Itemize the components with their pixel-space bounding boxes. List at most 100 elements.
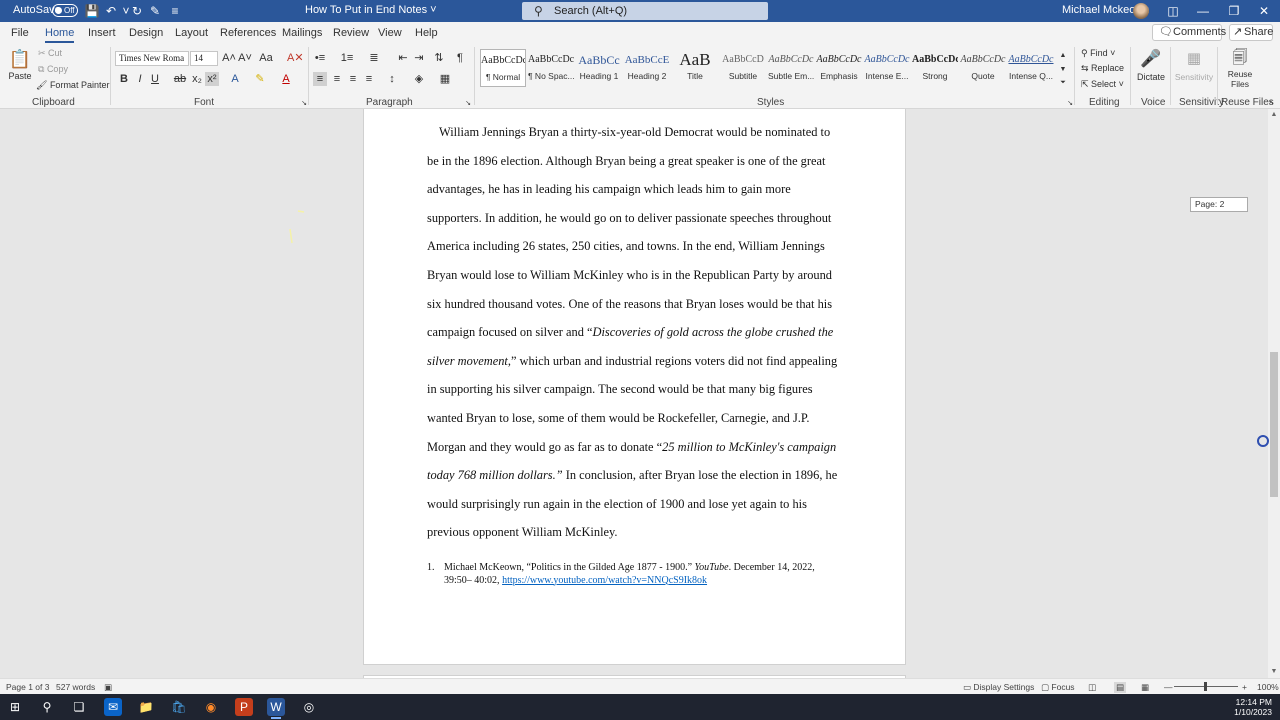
word-count[interactable]: 527 words xyxy=(56,682,95,692)
undo-icon[interactable]: ↶ xyxy=(103,3,119,19)
body-paragraph[interactable]: William Jennings Bryan a thirty-six-year… xyxy=(427,118,842,547)
multilevel-list-icon[interactable]: ≣ xyxy=(367,51,381,65)
align-right-icon[interactable]: ≡ xyxy=(346,72,360,86)
strikethrough-icon[interactable]: ab xyxy=(173,72,187,86)
dictate-button[interactable]: 🎤 Dictate xyxy=(1135,47,1167,91)
font-color-icon[interactable]: A xyxy=(279,72,293,86)
focus-button[interactable]: ▢ Focus xyxy=(1041,682,1075,693)
copy-button[interactable]: ⧉ Copy xyxy=(38,64,68,75)
style-emphasis[interactable]: AaBbCcDc Emphasis xyxy=(816,49,862,87)
customize-qat-icon[interactable]: ≡ xyxy=(167,3,183,19)
style-normal[interactable]: AaBbCcDc ¶ Normal xyxy=(480,49,526,87)
cut-button[interactable]: ✂ Cut xyxy=(38,48,62,59)
proofing-icon[interactable]: ▣ xyxy=(104,682,112,693)
style-heading-2[interactable]: AaBbCcE Heading 2 xyxy=(624,49,670,87)
powerpoint-icon[interactable]: P xyxy=(235,698,253,716)
tab-mailings[interactable]: Mailings xyxy=(282,27,322,39)
underline-icon[interactable]: U xyxy=(148,72,162,86)
zoom-in-icon[interactable]: + xyxy=(1242,682,1247,692)
print-layout-icon[interactable]: ▤ xyxy=(1114,682,1127,693)
text-effects-icon[interactable]: A xyxy=(228,72,242,86)
tab-view[interactable]: View xyxy=(378,27,402,39)
tab-review[interactable]: Review xyxy=(333,27,369,39)
display-settings-button[interactable]: ▭ Display Settings xyxy=(963,682,1034,693)
word-icon[interactable]: W xyxy=(267,698,285,719)
page-count[interactable]: Page 1 of 3 xyxy=(6,682,49,692)
draw-icon[interactable]: ✎ xyxy=(147,3,163,19)
scroll-up-arrow-icon[interactable]: ▲ xyxy=(1268,110,1280,120)
subscript-icon[interactable]: x₂ xyxy=(190,72,204,86)
align-center-icon[interactable]: ≡ xyxy=(330,72,344,86)
sort-icon[interactable]: ⇅ xyxy=(432,51,446,65)
style-intense-quote[interactable]: AaBbCcDc Intense Q... xyxy=(1008,49,1054,87)
read-mode-icon[interactable]: ◫ xyxy=(1088,682,1096,693)
restore-icon[interactable]: ❐ xyxy=(1218,0,1250,22)
select-button[interactable]: ⇱ Select ˅ xyxy=(1081,79,1124,90)
style-quote[interactable]: AaBbCcDc Quote xyxy=(960,49,1006,87)
document-area[interactable]: William Jennings Bryan a thirty-six-year… xyxy=(0,109,1268,678)
autosave-toggle[interactable]: Off xyxy=(52,4,78,17)
decrease-indent-icon[interactable]: ⇤ xyxy=(396,51,410,65)
style-title[interactable]: AaB Title xyxy=(672,49,718,87)
tab-help[interactable]: Help xyxy=(415,27,438,39)
web-layout-icon[interactable]: ▦ xyxy=(1141,682,1149,693)
share-button[interactable]: ↗ Share xyxy=(1229,24,1273,41)
endnote[interactable]: 1. Michael McKeown, “Politics in the Gil… xyxy=(427,562,834,587)
search-input[interactable]: ⚲ Search (Alt+Q) xyxy=(522,2,768,20)
style-intense-emphasis[interactable]: AaBbCcDc Intense E... xyxy=(864,49,910,87)
document-title[interactable]: How To Put in End Notes ˅ xyxy=(305,4,437,16)
close-icon[interactable]: ✕ xyxy=(1248,0,1280,22)
tab-insert[interactable]: Insert xyxy=(88,27,116,39)
replace-button[interactable]: ⇆ Replace xyxy=(1081,63,1124,74)
tab-design[interactable]: Design xyxy=(129,27,163,39)
windows-start-icon[interactable]: ⊞ xyxy=(6,698,24,716)
numbering-icon[interactable]: 1≡ xyxy=(340,51,354,65)
styles-scroll-up-icon[interactable]: ▲ xyxy=(1056,49,1070,63)
system-clock[interactable]: 12:14 PM 1/10/2023 xyxy=(1212,697,1272,717)
font-name-dropdown[interactable]: Times New Roma xyxy=(115,51,189,66)
style-subtitle[interactable]: AaBbCcD Subtitle xyxy=(720,49,766,87)
paste-button[interactable]: 📋 Paste xyxy=(7,48,33,88)
save-icon[interactable]: 💾 xyxy=(84,3,100,19)
file-explorer-icon[interactable]: 📁 xyxy=(137,698,155,716)
tab-references[interactable]: References xyxy=(220,27,276,39)
shading-icon[interactable]: ◈ xyxy=(412,72,426,86)
redo-icon[interactable]: ↻ xyxy=(129,3,145,19)
style-strong[interactable]: AaBbCcDc Strong xyxy=(912,49,958,87)
justify-icon[interactable]: ≡ xyxy=(362,72,376,86)
scrollbar-thumb[interactable] xyxy=(1270,352,1278,497)
zoom-slider-handle[interactable] xyxy=(1204,682,1207,691)
document-page[interactable]: William Jennings Bryan a thirty-six-year… xyxy=(363,109,906,665)
reuse-files-button[interactable]: 🗐 Reuse Files xyxy=(1222,47,1258,93)
task-view-icon[interactable]: ❏ xyxy=(70,698,88,716)
avatar[interactable] xyxy=(1133,3,1149,19)
styles-more-icon[interactable]: ⏷ xyxy=(1056,76,1070,90)
increase-indent-icon[interactable]: ⇥ xyxy=(412,51,426,65)
styles-scroll-down-icon[interactable]: ▼ xyxy=(1056,63,1070,77)
tab-home[interactable]: Home xyxy=(45,27,75,43)
borders-icon[interactable]: ▦ xyxy=(438,72,452,86)
style-subtle-emphasis[interactable]: AaBbCcDc Subtle Em... xyxy=(768,49,814,87)
app-circle-icon[interactable]: ◎ xyxy=(300,698,318,716)
tab-layout[interactable]: Layout xyxy=(175,27,208,39)
comments-button[interactable]: 🗨 Comments xyxy=(1152,24,1226,41)
vertical-scrollbar[interactable]: ▲ ▼ xyxy=(1268,109,1280,678)
font-size-dropdown[interactable]: 14 xyxy=(190,51,218,66)
italic-icon[interactable]: I xyxy=(133,72,147,86)
sensitivity-button[interactable]: ▦ Sensitivity xyxy=(1173,47,1215,91)
zoom-level[interactable]: 100% xyxy=(1257,682,1279,692)
minimize-icon[interactable]: — xyxy=(1187,0,1219,22)
highlight-icon[interactable]: ✎ xyxy=(253,72,267,86)
zoom-out-icon[interactable]: — xyxy=(1164,682,1173,692)
scroll-down-arrow-icon[interactable]: ▼ xyxy=(1268,667,1280,677)
taskbar-search-icon[interactable]: ⚲ xyxy=(38,698,56,716)
find-button[interactable]: ⚲ Find ˅ xyxy=(1081,48,1115,59)
line-spacing-icon[interactable]: ↕ xyxy=(385,72,399,86)
superscript-icon[interactable]: x² xyxy=(205,72,219,86)
format-painter-button[interactable]: 🖌 Format Painter xyxy=(36,80,109,91)
bullets-icon[interactable]: •≡ xyxy=(313,51,327,65)
show-formatting-icon[interactable]: ¶ xyxy=(453,51,467,65)
change-case-icon[interactable]: Aa xyxy=(259,51,273,65)
grow-font-icon[interactable]: A˄ xyxy=(222,51,236,65)
firefox-icon[interactable]: ◉ xyxy=(202,698,220,716)
